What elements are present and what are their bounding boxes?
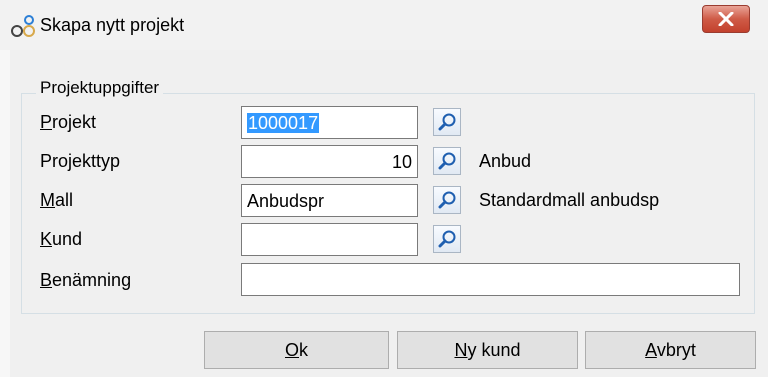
close-icon [718, 12, 734, 26]
window-edge [0, 50, 10, 377]
mall-input[interactable]: Anbudspr [241, 184, 418, 217]
projekt-label: Projekt [40, 112, 97, 132]
projekttyp-input[interactable]: 10 [241, 145, 418, 178]
group-legend: Projektuppgifter [36, 77, 164, 99]
mall-lookup-button[interactable] [433, 186, 461, 214]
benamning-input[interactable] [241, 263, 740, 296]
projekt-lookup-button[interactable] [433, 108, 461, 136]
ok-button[interactable]: Ok [204, 331, 389, 369]
mall-description: Standardmall anbudsp [479, 190, 660, 210]
magnifier-icon [438, 152, 456, 170]
kund-lookup-button[interactable] [433, 225, 461, 253]
projekttyp-label: Projekttyp [40, 151, 121, 171]
projekttyp-lookup-button[interactable] [433, 147, 461, 175]
magnifier-icon [438, 230, 456, 248]
new-customer-button[interactable]: Ny kund [397, 331, 578, 369]
cancel-button[interactable]: Avbryt [585, 331, 756, 369]
mall-label: Mall [40, 190, 74, 210]
kund-input[interactable] [241, 223, 418, 256]
title-bar: Skapa nytt projekt [0, 0, 768, 50]
projekt-value: 1000017 [247, 113, 320, 133]
window-title: Skapa nytt projekt [40, 15, 185, 35]
projekttyp-description: Anbud [479, 151, 532, 171]
close-button[interactable] [702, 5, 750, 33]
magnifier-icon [438, 191, 456, 209]
project-icon [11, 15, 35, 37]
benamning-label: Benämning [40, 270, 132, 290]
magnifier-icon [438, 113, 456, 131]
kund-label: Kund [40, 229, 83, 249]
projekt-input[interactable]: 1000017 [241, 106, 418, 139]
